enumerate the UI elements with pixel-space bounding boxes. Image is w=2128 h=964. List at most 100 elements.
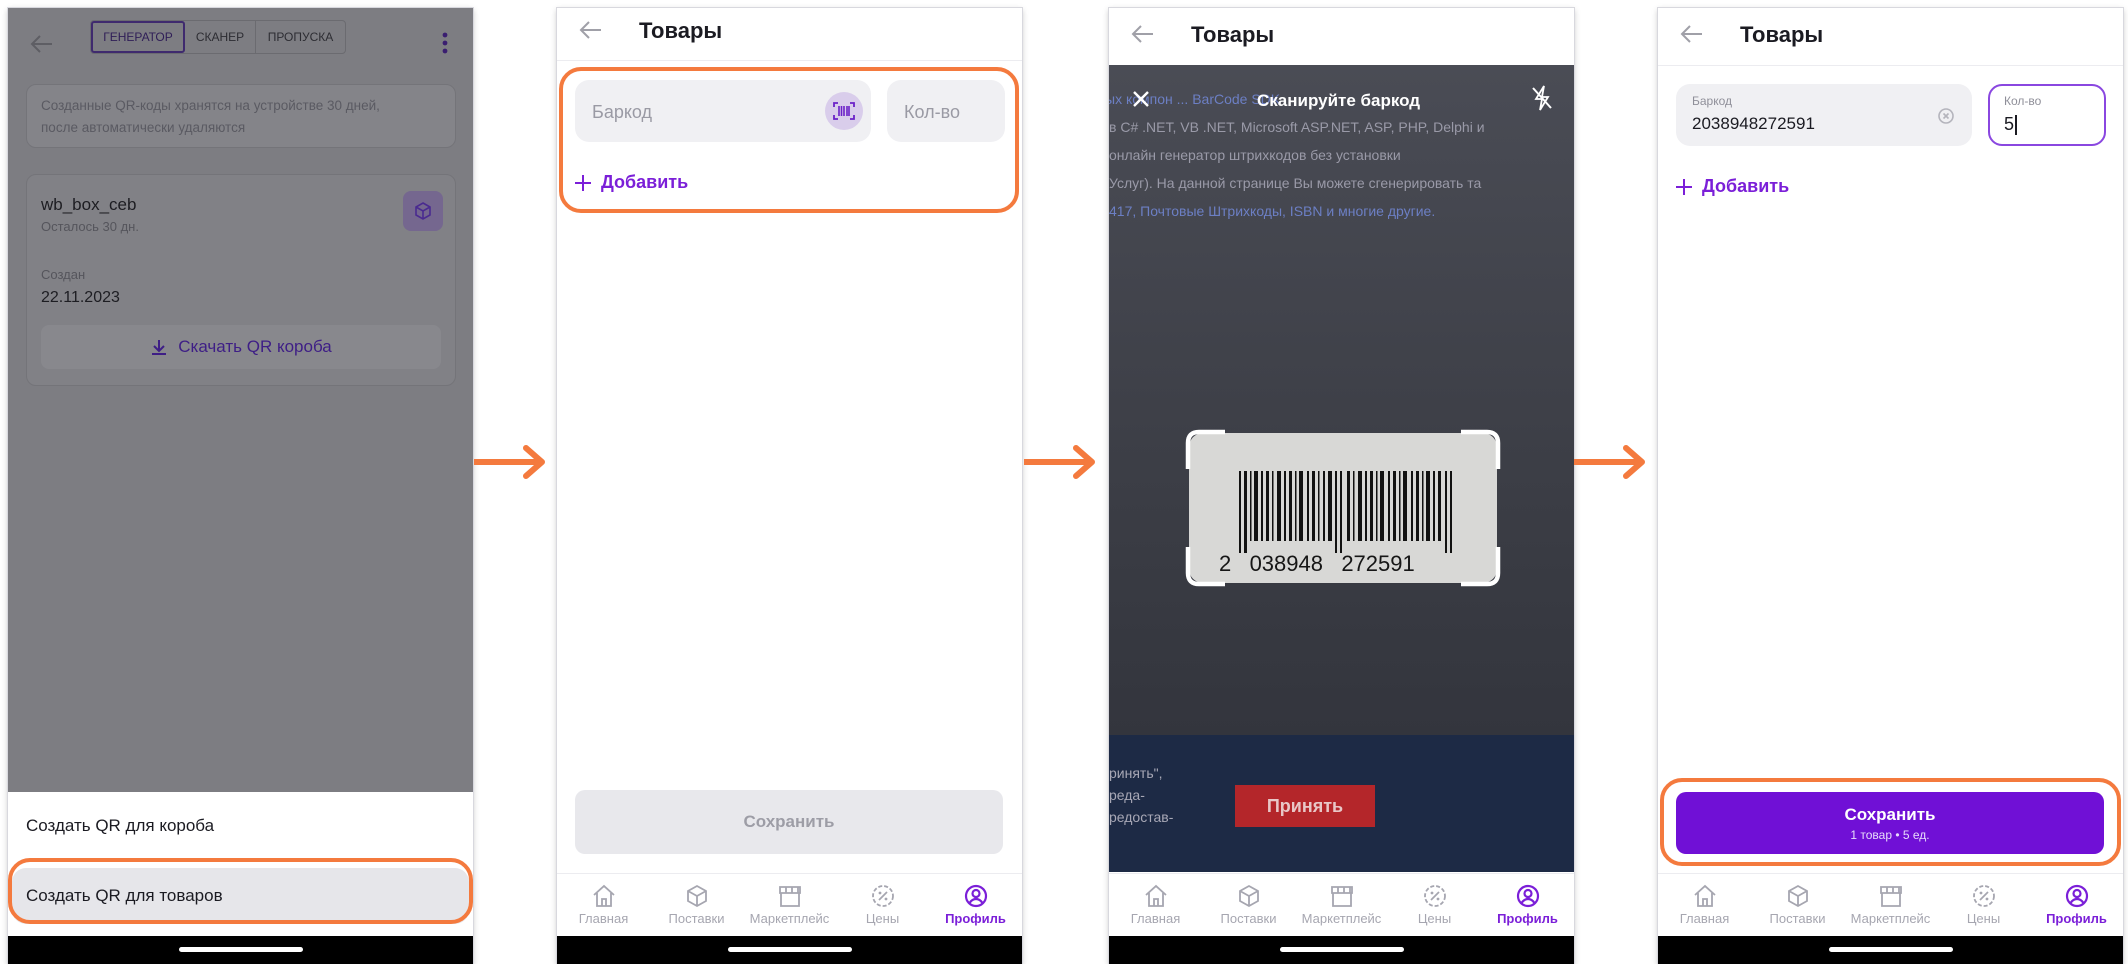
back-arrow-icon[interactable] xyxy=(1131,24,1155,44)
flow-arrow-icon xyxy=(474,445,545,479)
system-home-bar xyxy=(8,936,473,964)
tab-generator[interactable]: ГЕНЕРАТОР xyxy=(91,21,185,53)
nav-profile[interactable]: Профиль xyxy=(2030,874,2123,936)
page-title: Товары xyxy=(1740,22,1824,47)
camera-lower-2: реда- xyxy=(1109,787,1145,803)
download-qr-button[interactable]: Скачать QR короба xyxy=(41,325,441,369)
back-arrow-icon[interactable] xyxy=(579,20,603,40)
screen-goods-empty: Товары Баркод Кол-во Добавить Сохранить … xyxy=(557,8,1022,964)
box-icon xyxy=(1787,884,1808,908)
more-menu-icon[interactable] xyxy=(442,32,448,54)
nav-prices[interactable]: Цены xyxy=(836,874,929,936)
nav-supplies-label: Поставки xyxy=(1769,911,1826,926)
download-label: Скачать QR короба xyxy=(178,337,332,356)
bottom-nav: Главная Поставки Маркетплейс Цены Профил… xyxy=(557,873,1022,936)
box-icon xyxy=(1238,884,1259,908)
dimmed-background: ГЕНЕРАТОР СКАНЕР ПРОПУСКА Созданные QR-к… xyxy=(8,8,473,792)
plus-icon xyxy=(1676,178,1692,195)
paper-area xyxy=(1109,65,1574,735)
nav-home-label: Главная xyxy=(578,911,629,926)
nav-home[interactable]: Главная xyxy=(1658,874,1751,936)
nav-marketplace-label: Маркетплейс xyxy=(749,911,830,926)
highlight-goods-option xyxy=(8,858,473,924)
home-icon xyxy=(1144,884,1167,907)
nav-profile[interactable]: Профиль xyxy=(1481,874,1574,936)
nav-marketplace[interactable]: Маркетплейс xyxy=(1844,874,1937,936)
add-item-button[interactable]: Добавить xyxy=(1676,176,1789,197)
camera-text-3: онлайн генератор штрихкодов без установк… xyxy=(1109,147,1401,163)
screen-scanner: Товары ых компон ... BarCode SDK в C# .N… xyxy=(1109,8,1574,964)
created-date: 22.11.2023 xyxy=(41,289,120,306)
nav-supplies[interactable]: Поставки xyxy=(1751,874,1844,936)
barcode-value: 2038948272591 xyxy=(1692,114,1815,133)
save-label: Сохранить xyxy=(743,812,835,831)
discount-icon xyxy=(1423,885,1446,907)
qty-label: Кол-во xyxy=(2004,94,2042,108)
page-title: Товары xyxy=(1191,22,1275,47)
nav-supplies-label: Поставки xyxy=(668,911,725,926)
system-home-bar xyxy=(1109,936,1574,964)
qr-card: wb_box_ceb Осталось 30 дн. Создан 22.11.… xyxy=(26,174,456,386)
profile-icon xyxy=(1516,884,1539,908)
nav-profile-label: Профиль xyxy=(1497,911,1558,926)
nav-marketplace[interactable]: Маркетплейс xyxy=(1295,874,1388,936)
nav-supplies[interactable]: Поставки xyxy=(650,874,743,936)
flash-off-icon[interactable] xyxy=(1531,85,1553,111)
download-icon xyxy=(152,340,167,355)
nav-home-label: Главная xyxy=(1130,911,1181,926)
barcode-input[interactable]: Баркод 2038948272591 xyxy=(1676,84,1972,146)
camera-text-2: в C# .NET, VB .NET, Microsoft ASP.NET, A… xyxy=(1109,119,1485,135)
qty-value: 5 xyxy=(2004,114,2015,134)
highlight-input-area xyxy=(559,67,1019,213)
box-icon xyxy=(415,202,431,220)
system-home-bar xyxy=(1658,936,2123,964)
tab-scanner[interactable]: СКАНЕР xyxy=(185,21,256,53)
camera-accept-label: Принять xyxy=(1266,795,1344,816)
qty-input-focused[interactable]: Кол-во 5 xyxy=(1988,84,2106,146)
nav-marketplace[interactable]: Маркетплейс xyxy=(743,874,836,936)
flow-arrow-icon xyxy=(1574,445,1645,479)
camera-lower-3: редостав- xyxy=(1109,809,1174,825)
back-arrow-icon[interactable] xyxy=(30,34,54,54)
nav-home[interactable]: Главная xyxy=(557,874,650,936)
option-create-box-qr[interactable]: Создать QR для короба xyxy=(26,816,214,836)
nav-marketplace-label: Маркетплейс xyxy=(1301,911,1382,926)
nav-supplies[interactable]: Поставки xyxy=(1202,874,1295,936)
profile-icon xyxy=(2065,884,2088,908)
box-button[interactable] xyxy=(403,191,443,231)
info-banner: Созданные QR-коды хранятся на устройстве… xyxy=(26,84,456,148)
back-arrow-icon[interactable] xyxy=(1680,24,1704,44)
close-icon[interactable] xyxy=(1132,90,1150,108)
card-name: wb_box_ceb xyxy=(41,195,137,214)
bottom-nav: Главная Поставки Маркетплейс Цены Профил… xyxy=(1109,873,1574,936)
barcode-label: Баркод xyxy=(1692,94,1733,108)
nav-supplies-label: Поставки xyxy=(1220,911,1277,926)
nav-profile[interactable]: Профиль xyxy=(929,874,1022,936)
divider xyxy=(1658,65,2123,66)
nav-prices-label: Цены xyxy=(865,911,900,926)
store-icon xyxy=(778,886,801,907)
tab-passes[interactable]: ПРОПУСКА xyxy=(256,21,345,53)
info-text-line1: Созданные QR-коды хранятся на устройстве… xyxy=(41,98,380,113)
system-home-bar xyxy=(557,936,1022,964)
nav-prices-label: Цены xyxy=(1417,911,1452,926)
discount-icon xyxy=(1972,885,1995,907)
save-button-disabled[interactable]: Сохранить xyxy=(575,790,1003,854)
nav-home-label: Главная xyxy=(1679,911,1730,926)
highlight-save-button xyxy=(1660,778,2121,866)
camera-text-5: 417, Почтовые Штрихкоды, ISBN и многие д… xyxy=(1109,203,1436,219)
nav-prices[interactable]: Цены xyxy=(1937,874,2030,936)
divider xyxy=(557,60,1022,61)
clear-icon[interactable] xyxy=(1938,108,1954,124)
add-label: Добавить xyxy=(1702,176,1790,196)
profile-icon xyxy=(964,884,987,908)
nav-profile-label: Профиль xyxy=(2046,911,2107,926)
scan-frame-corners xyxy=(1185,429,1501,587)
nav-home[interactable]: Главная xyxy=(1109,874,1202,936)
home-icon xyxy=(1693,884,1716,907)
nav-prices[interactable]: Цены xyxy=(1388,874,1481,936)
bottom-nav: Главная Поставки Маркетплейс Цены Профил… xyxy=(1658,873,2123,936)
nav-prices-label: Цены xyxy=(1966,911,2001,926)
info-text-line2: после автоматически удаляются xyxy=(41,120,246,135)
tab-bar: ГЕНЕРАТОР СКАНЕР ПРОПУСКА xyxy=(90,20,346,54)
